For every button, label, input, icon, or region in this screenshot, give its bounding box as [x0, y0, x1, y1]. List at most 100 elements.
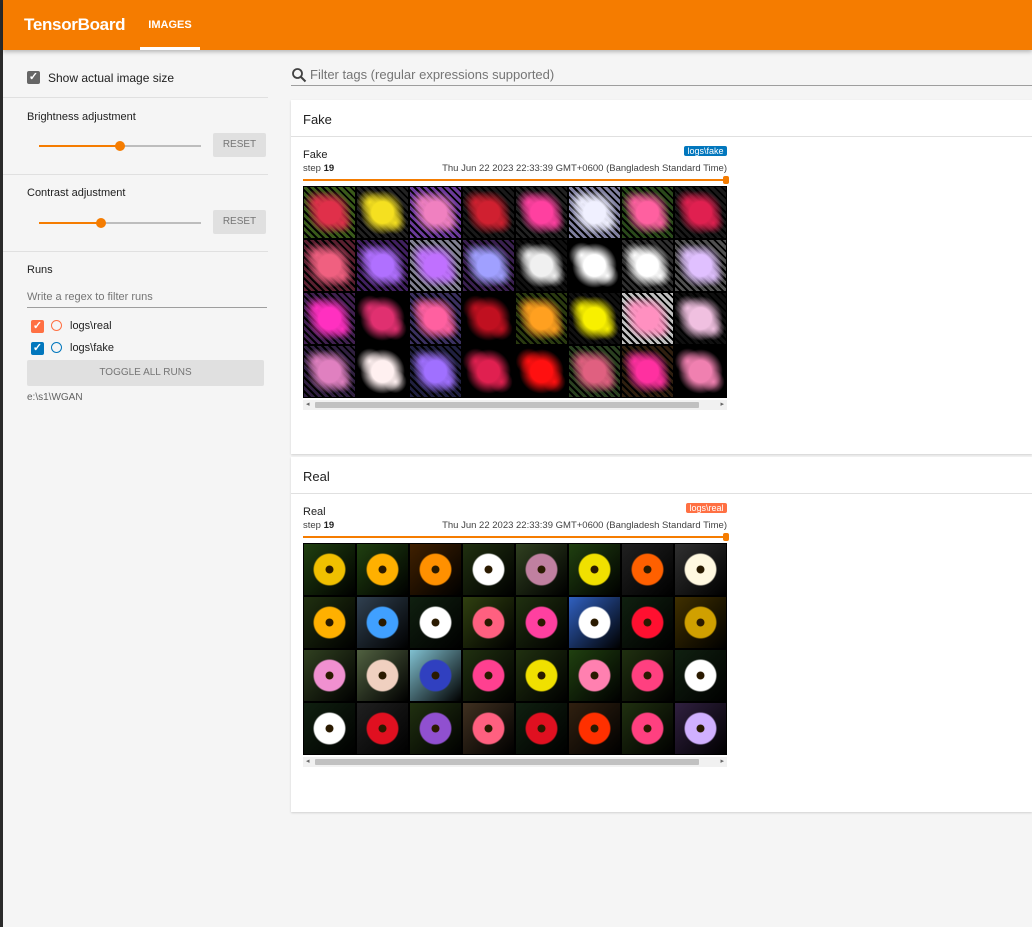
image-tile [357, 346, 408, 397]
brightness-label: Brightness adjustment [27, 111, 136, 123]
image-tile [463, 187, 514, 238]
image-tile [304, 597, 355, 648]
image-tile [622, 187, 673, 238]
step-slider-thumb[interactable] [723, 176, 729, 184]
image-tile [569, 650, 620, 701]
section-title[interactable]: Real [303, 469, 330, 484]
contrast-label: Contrast adjustment [27, 187, 126, 199]
image-tile [622, 544, 673, 595]
run-color-indicator-fake[interactable] [51, 342, 62, 353]
image-tile [410, 240, 461, 291]
tab-images[interactable]: IMAGES [140, 0, 200, 50]
card-title: Real [303, 506, 326, 518]
step-slider-track[interactable] [303, 536, 727, 538]
image-tile [622, 597, 673, 648]
sidebar-divider [3, 174, 268, 175]
logdir-path: e:\s1\WGAN [27, 392, 83, 403]
image-tile [357, 544, 408, 595]
image-tile [304, 240, 355, 291]
brightness-slider-thumb[interactable] [115, 141, 125, 151]
run-color-indicator-real[interactable] [51, 320, 62, 331]
step-slider-track[interactable] [303, 179, 727, 181]
image-tile [357, 703, 408, 754]
image-tile [516, 650, 567, 701]
horizontal-scrollbar[interactable]: ◂ ▸ [303, 757, 727, 767]
step-slider-thumb[interactable] [723, 533, 729, 541]
section-divider [291, 493, 1032, 494]
image-tile [463, 544, 514, 595]
run-label-fake: logs\fake [70, 342, 115, 354]
image-tile [675, 544, 726, 595]
image-tile [622, 240, 673, 291]
image-tile [675, 597, 726, 648]
card-title: Fake [303, 149, 328, 161]
card-step: step 19 [303, 163, 335, 174]
image-tile [516, 703, 567, 754]
run-tag-badge: logs\fake [684, 146, 727, 156]
contrast-slider-thumb[interactable] [95, 218, 106, 228]
section-title[interactable]: Fake [303, 112, 332, 127]
run-checkbox-fake[interactable]: ✓ [31, 342, 44, 355]
runs-filter-input[interactable]: Write a regex to filter runs [27, 291, 153, 303]
show-actual-size-label: Show actual image size [48, 71, 175, 85]
image-tile [410, 650, 461, 701]
image-tile [569, 597, 620, 648]
image-tile [463, 346, 514, 397]
scrollbar-thumb[interactable] [315, 402, 699, 408]
app-title: TensorBoard [24, 15, 126, 34]
card-timestamp: Thu Jun 22 2023 22:33:39 GMT+0600 (Bangl… [442, 163, 727, 174]
image-tile [675, 346, 726, 397]
horizontal-scrollbar[interactable]: ◂ ▸ [303, 400, 727, 410]
image-tile [569, 346, 620, 397]
image-tile [357, 240, 408, 291]
scrollbar-thumb[interactable] [315, 759, 699, 765]
image-tile [304, 187, 355, 238]
image-tile [357, 597, 408, 648]
contrast-slider-fill [39, 222, 101, 224]
image-tile [357, 650, 408, 701]
image-tile [463, 293, 514, 344]
image-tile [569, 544, 620, 595]
card-timestamp: Thu Jun 22 2023 22:33:39 GMT+0600 (Bangl… [442, 520, 727, 531]
show-actual-size-checkbox[interactable]: ✓ [27, 71, 40, 84]
image-tile [622, 703, 673, 754]
sidebar: ✓ Show actual image size Brightness adju… [3, 50, 268, 927]
tag-section-real: Real Real logs\real step 19 Thu Jun 22 2… [291, 457, 1032, 812]
image-tile [675, 240, 726, 291]
image-tile [516, 544, 567, 595]
image-tile [516, 187, 567, 238]
image-tile [569, 187, 620, 238]
toggle-all-runs-button[interactable]: TOGGLE ALL RUNS [27, 360, 264, 386]
scroll-left-icon[interactable]: ◂ [306, 400, 310, 410]
image-tile [516, 293, 567, 344]
tag-filter-input[interactable]: Filter tags (regular expressions support… [310, 67, 554, 82]
image-tile [463, 597, 514, 648]
image-tile [304, 346, 355, 397]
brightness-reset-button[interactable]: RESET [213, 133, 266, 157]
scroll-left-icon[interactable]: ◂ [306, 757, 310, 767]
image-tile [622, 650, 673, 701]
card-step: step 19 [303, 520, 335, 531]
brightness-slider-fill [39, 145, 120, 147]
image-tile [463, 703, 514, 754]
scroll-right-icon[interactable]: ▸ [720, 400, 724, 410]
image-tile [516, 240, 567, 291]
tag-section-fake: Fake Fake logs\fake step 19 Thu Jun 22 2… [291, 100, 1032, 454]
tag-filter-underline [291, 85, 1032, 86]
image-tile [675, 293, 726, 344]
image-tile [569, 293, 620, 344]
run-checkbox-real[interactable]: ✓ [31, 320, 44, 333]
image-tile [516, 597, 567, 648]
image-tile [304, 544, 355, 595]
scroll-right-icon[interactable]: ▸ [720, 757, 724, 767]
image-grid-fake [303, 186, 727, 398]
image-tile [675, 187, 726, 238]
runs-filter-underline [27, 307, 267, 308]
image-tile [463, 650, 514, 701]
run-label-real: logs\real [70, 320, 112, 332]
search-icon [292, 68, 307, 83]
contrast-reset-button[interactable]: RESET [213, 210, 266, 234]
image-tile [410, 544, 461, 595]
image-tile [304, 293, 355, 344]
image-tile [516, 346, 567, 397]
